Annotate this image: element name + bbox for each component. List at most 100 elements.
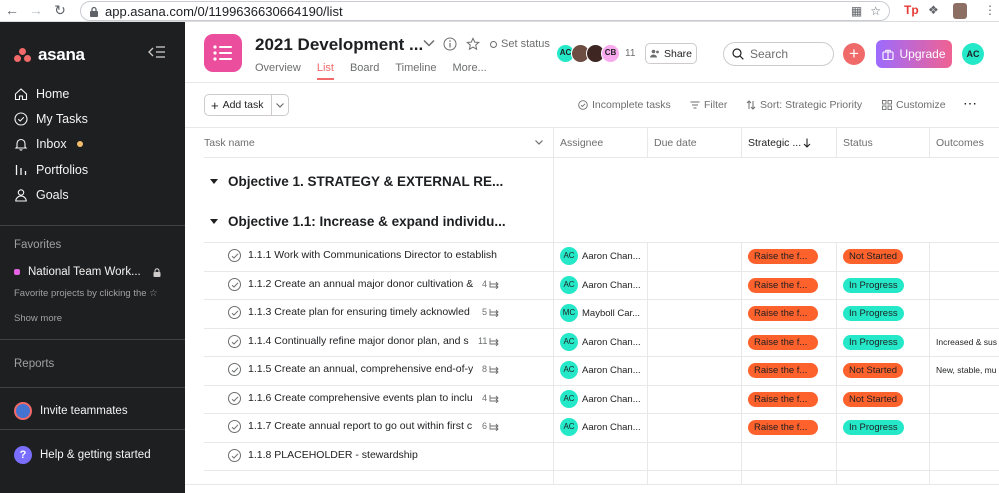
strategic-priority-pill[interactable]: Raise the f... (748, 248, 818, 264)
section-header[interactable]: Objective 1.1: Increase & expand individ… (210, 214, 506, 229)
strategic-priority-pill[interactable]: Raise the f... (748, 334, 818, 350)
status-pill[interactable]: Not Started (843, 248, 904, 264)
chevron-down-icon[interactable] (423, 39, 435, 47)
strategic-priority-pill[interactable]: Raise the f... (748, 277, 818, 293)
star-icon[interactable] (466, 37, 480, 51)
set-status-button[interactable]: Set status (490, 38, 550, 50)
quick-add-plus-icon[interactable]: + (843, 43, 865, 65)
complete-task-check-icon[interactable] (228, 449, 241, 463)
sidebar-item-home[interactable]: Home (14, 87, 69, 101)
profile-avatar-icon[interactable] (953, 3, 967, 19)
subtask-count[interactable]: 4 (482, 393, 500, 403)
avatar[interactable]: CB (601, 44, 620, 63)
column-header-status[interactable]: Status (843, 137, 873, 149)
task-name[interactable]: 1.1.1 Work with Communications Director … (248, 249, 499, 261)
complete-task-check-icon[interactable] (228, 335, 241, 349)
bookmark-star-icon[interactable]: ☆ (870, 4, 881, 18)
project-icon[interactable] (204, 34, 242, 72)
search-input[interactable] (750, 47, 830, 61)
status-pill[interactable]: In Progress (843, 305, 904, 321)
task-name[interactable]: 1.1.2 Create an annual major donor culti… (248, 278, 480, 290)
complete-task-check-icon[interactable] (228, 249, 241, 263)
member-count[interactable]: 11 (625, 44, 635, 63)
customize-button[interactable]: Customize (882, 99, 946, 111)
chevron-down-icon[interactable] (535, 140, 543, 145)
more-options-icon[interactable]: ⋯ (963, 95, 977, 112)
invite-teammates-button[interactable]: Invite teammates (14, 402, 128, 420)
column-header-outcomes[interactable]: Outcomes (936, 137, 984, 149)
complete-task-check-icon[interactable] (228, 420, 241, 434)
search-box[interactable] (723, 42, 834, 66)
tab-board[interactable]: Board (350, 62, 379, 80)
assignee-cell[interactable]: AC Aaron Chan... (560, 276, 645, 295)
task-name[interactable]: 1.1.8 PLACEHOLDER - stewardship (248, 449, 499, 461)
share-button[interactable]: Share (645, 43, 697, 64)
caret-down-icon[interactable] (210, 179, 218, 184)
tab-list[interactable]: List (316, 62, 334, 80)
subtask-count[interactable]: 6 (482, 421, 500, 431)
incomplete-tasks-filter[interactable]: Incomplete tasks (578, 99, 671, 111)
complete-task-check-icon[interactable] (228, 278, 241, 292)
sidebar-item-portfolios[interactable]: Portfolios (14, 163, 88, 177)
sidebar-item-my-tasks[interactable]: My Tasks (14, 112, 88, 126)
apps-grid-icon[interactable]: ▦ (851, 4, 862, 18)
section-header[interactable]: Objective 1. STRATEGY & EXTERNAL RE... (210, 174, 503, 189)
outcome-cell[interactable]: Increased & sus (936, 337, 997, 347)
task-name[interactable]: 1.1.5 Create an annual, comprehensive en… (248, 363, 480, 375)
sort-down-arrow-icon[interactable] (803, 138, 811, 148)
add-task-button[interactable]: + Add task (204, 94, 290, 116)
status-pill[interactable]: Not Started (843, 362, 904, 378)
subtask-count[interactable]: 8 (482, 364, 500, 374)
collapse-sidebar-icon[interactable] (148, 46, 166, 58)
strategic-priority-pill[interactable]: Raise the f... (748, 305, 818, 321)
column-header-task-name[interactable]: Task name (204, 137, 255, 149)
column-header-strategic-priority[interactable]: Strategic ... (748, 137, 801, 149)
subtask-count[interactable]: 11 (478, 336, 500, 346)
subtask-count[interactable]: 4 (482, 279, 500, 289)
assignee-cell[interactable]: AC Aaron Chan... (560, 418, 645, 437)
tab-timeline[interactable]: Timeline (395, 62, 436, 80)
back-arrow-icon[interactable]: ← (2, 2, 22, 18)
tab-overview[interactable]: Overview (255, 62, 301, 80)
user-avatar[interactable]: AC (962, 43, 984, 65)
upgrade-button[interactable]: Upgrade (876, 40, 952, 68)
project-title[interactable]: 2021 Development ... (255, 35, 423, 55)
status-pill[interactable]: In Progress (843, 334, 904, 350)
project-members[interactable]: AC CB 11 (556, 44, 635, 63)
outcome-cell[interactable]: New, stable, mu (936, 365, 996, 375)
status-pill[interactable]: In Progress (843, 419, 904, 435)
favorite-project-item[interactable]: National Team Work... (14, 266, 169, 278)
strategic-priority-pill[interactable]: Raise the f... (748, 391, 818, 407)
asana-logo[interactable]: asana (14, 45, 85, 65)
reports-heading[interactable]: Reports (14, 358, 54, 370)
help-button[interactable]: ? Help & getting started (14, 446, 151, 464)
complete-task-check-icon[interactable] (228, 306, 241, 320)
sidebar-item-goals[interactable]: Goals (14, 188, 69, 202)
assignee-cell[interactable]: AC Aaron Chan... (560, 390, 645, 409)
complete-task-check-icon[interactable] (228, 392, 241, 406)
forward-arrow-icon[interactable]: → (26, 2, 46, 18)
task-name[interactable]: 1.1.7 Create annual report to go out wit… (248, 420, 480, 432)
puzzle-extensions-icon[interactable]: ❖ (928, 3, 939, 19)
subtask-count[interactable]: 5 (482, 307, 500, 317)
status-pill[interactable]: Not Started (843, 391, 904, 407)
address-bar[interactable]: app.asana.com/0/1199636630664190/list ▦ … (80, 1, 890, 21)
complete-task-check-icon[interactable] (228, 363, 241, 377)
assignee-cell[interactable]: AC Aaron Chan... (560, 247, 645, 266)
tab-more[interactable]: More... (453, 62, 487, 80)
task-name[interactable]: 1.1.6 Create comprehensive events plan t… (248, 392, 480, 404)
task-name[interactable]: 1.1.4 Continually refine major donor pla… (248, 335, 476, 347)
assignee-cell[interactable]: AC Aaron Chan... (560, 361, 645, 380)
show-more-link[interactable]: Show more (14, 313, 62, 324)
add-task-main[interactable]: + Add task (205, 95, 273, 115)
assignee-cell[interactable]: AC Aaron Chan... (560, 333, 645, 352)
info-icon[interactable] (443, 37, 457, 51)
extension-tp-icon[interactable]: Tp (904, 3, 919, 19)
reload-icon[interactable]: ↻ (50, 2, 70, 19)
add-task-dropdown[interactable] (272, 95, 288, 115)
filter-button[interactable]: Filter (690, 99, 727, 111)
task-name[interactable]: 1.1.3 Create plan for ensuring timely ac… (248, 306, 480, 318)
status-pill[interactable]: In Progress (843, 277, 904, 293)
strategic-priority-pill[interactable]: Raise the f... (748, 419, 818, 435)
column-header-due-date[interactable]: Due date (654, 137, 697, 149)
